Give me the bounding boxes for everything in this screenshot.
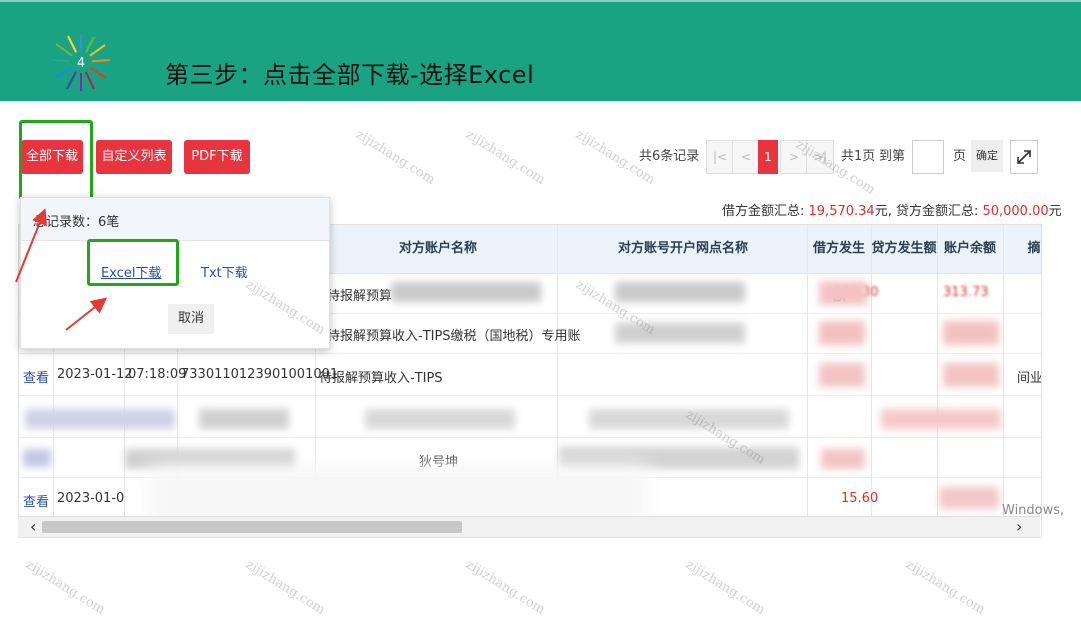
windows-activation-text: Windows, <box>1002 503 1065 518</box>
annotation-arrows <box>15 208 108 331</box>
arrow-to-download-all <box>15 208 47 283</box>
arrow-to-excel <box>65 297 108 331</box>
